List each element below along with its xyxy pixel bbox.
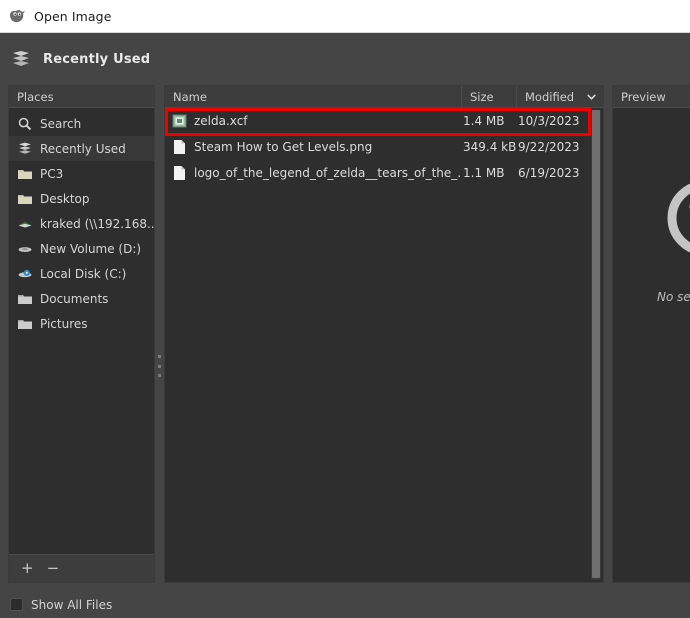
places-list: Search Recently Used PC3 Desktop kraked … bbox=[9, 108, 154, 554]
image-file-icon bbox=[174, 166, 185, 180]
recent-stack-icon bbox=[19, 142, 31, 154]
window-titlebar: Open Image bbox=[0, 0, 690, 33]
chevron-down-icon bbox=[587, 93, 596, 100]
preview-empty-label: No selection bbox=[657, 290, 690, 304]
sidebar-item-label: Search bbox=[40, 116, 82, 131]
sidebar-item-label: Pictures bbox=[40, 316, 88, 331]
places-sidebar: Places Search Recently Used PC3 Desktop … bbox=[8, 85, 155, 583]
column-header-modified[interactable]: Modified bbox=[517, 86, 602, 107]
file-list-header: Name Size Modified bbox=[165, 86, 603, 108]
sidebar-item-label: Desktop bbox=[40, 191, 90, 206]
file-list-rows: zelda.xcf 1.4 MB 10/3/2023 Steam How to … bbox=[165, 108, 603, 186]
places-footer: + − bbox=[9, 554, 154, 582]
file-size-cell: 1.4 MB bbox=[463, 114, 505, 128]
sidebar-item-pictures[interactable]: Pictures bbox=[9, 311, 154, 336]
open-image-dialog: Recently Used Places Search Recently Use… bbox=[0, 33, 690, 618]
dialog-footer: Show All Files bbox=[0, 591, 690, 618]
sidebar-item-label: Documents bbox=[40, 291, 109, 306]
file-list-scrollbar-thumb[interactable] bbox=[592, 110, 600, 578]
column-header-modified-label: Modified bbox=[525, 89, 575, 104]
sidebar-item-recently-used[interactable]: Recently Used bbox=[9, 136, 154, 161]
file-name-cell: logo_of_the_legend_of_zelda__tears_of_th… bbox=[165, 165, 462, 181]
file-name-label: Steam How to Get Levels.png bbox=[194, 140, 373, 154]
column-header-size-label: Size bbox=[470, 89, 494, 104]
xcf-file-icon bbox=[172, 114, 187, 128]
sidebar-item-label: Recently Used bbox=[40, 141, 126, 156]
file-size-cell: 1.1 MB bbox=[463, 166, 505, 180]
preview-column-header: Preview bbox=[613, 86, 690, 108]
table-row[interactable]: logo_of_the_legend_of_zelda__tears_of_th… bbox=[165, 160, 603, 186]
preview-body: No selection bbox=[613, 108, 690, 582]
places-header-label: Places bbox=[17, 89, 54, 104]
column-header-size[interactable]: Size bbox=[462, 86, 517, 107]
sidebar-item-local-disk-c[interactable]: Local Disk (C:) bbox=[9, 261, 154, 286]
question-mark-icon bbox=[667, 183, 690, 253]
recent-stack-icon bbox=[13, 50, 29, 66]
sidebar-item-search[interactable]: Search bbox=[9, 111, 154, 136]
folder-icon bbox=[18, 194, 32, 204]
remove-place-button[interactable]: − bbox=[47, 561, 60, 576]
network-drive-icon bbox=[18, 221, 32, 227]
column-header-name[interactable]: Name bbox=[165, 86, 462, 107]
sidebar-item-documents[interactable]: Documents bbox=[9, 286, 154, 311]
file-modified-cell: 6/19/2023 bbox=[518, 166, 580, 180]
table-row[interactable]: zelda.xcf 1.4 MB 10/3/2023 bbox=[165, 108, 603, 134]
file-modified-cell: 9/22/2023 bbox=[518, 140, 580, 154]
show-all-files-expander-icon[interactable] bbox=[10, 598, 23, 611]
sidebar-item-pc3[interactable]: PC3 bbox=[9, 161, 154, 186]
current-location-title: Recently Used bbox=[43, 51, 151, 67]
sidebar-item-label: New Volume (D:) bbox=[40, 241, 142, 256]
folder-gray-icon bbox=[18, 294, 32, 304]
splitter-grip[interactable] bbox=[158, 355, 161, 377]
preview-pane: Preview No selection bbox=[612, 85, 690, 583]
folder-gray-icon bbox=[18, 319, 32, 329]
file-name-label: zelda.xcf bbox=[194, 114, 248, 128]
panels-row: Places Search Recently Used PC3 Desktop … bbox=[8, 85, 690, 583]
drive-icon bbox=[18, 246, 32, 252]
file-list-scrollbar[interactable] bbox=[591, 110, 601, 580]
location-bar: Recently Used bbox=[0, 33, 690, 85]
file-name-label: logo_of_the_legend_of_zelda__tears_of_th… bbox=[194, 166, 462, 180]
column-header-name-label: Name bbox=[173, 89, 207, 104]
preview-header-label: Preview bbox=[621, 89, 666, 104]
search-icon bbox=[18, 117, 32, 130]
file-list-pane: Name Size Modified zelda.xcf 1.4 MB 10/3… bbox=[164, 85, 604, 583]
table-row[interactable]: Steam How to Get Levels.png 349.4 kB 9/2… bbox=[165, 134, 603, 160]
sidebar-item-desktop[interactable]: Desktop bbox=[9, 186, 154, 211]
show-all-files-label[interactable]: Show All Files bbox=[31, 598, 112, 612]
sidebar-item-kraked[interactable]: kraked (\\192.168.... bbox=[9, 211, 154, 236]
window-title: Open Image bbox=[34, 8, 112, 24]
disk-icon bbox=[18, 269, 32, 277]
add-place-button[interactable]: + bbox=[21, 561, 34, 576]
sidebar-item-label: kraked (\\192.168.... bbox=[40, 216, 154, 231]
panel-splitter[interactable] bbox=[155, 85, 164, 583]
places-column-header: Places bbox=[9, 86, 154, 108]
wilber-icon bbox=[10, 9, 25, 22]
folder-icon bbox=[18, 169, 32, 179]
file-size-cell: 349.4 kB bbox=[463, 140, 517, 154]
sidebar-item-new-volume-d[interactable]: New Volume (D:) bbox=[9, 236, 154, 261]
image-file-icon bbox=[174, 140, 185, 154]
sidebar-item-label: PC3 bbox=[40, 166, 64, 181]
file-name-cell: zelda.xcf bbox=[165, 113, 462, 129]
sidebar-item-label: Local Disk (C:) bbox=[40, 266, 127, 281]
file-modified-cell: 10/3/2023 bbox=[518, 114, 580, 128]
file-name-cell: Steam How to Get Levels.png bbox=[165, 139, 462, 155]
